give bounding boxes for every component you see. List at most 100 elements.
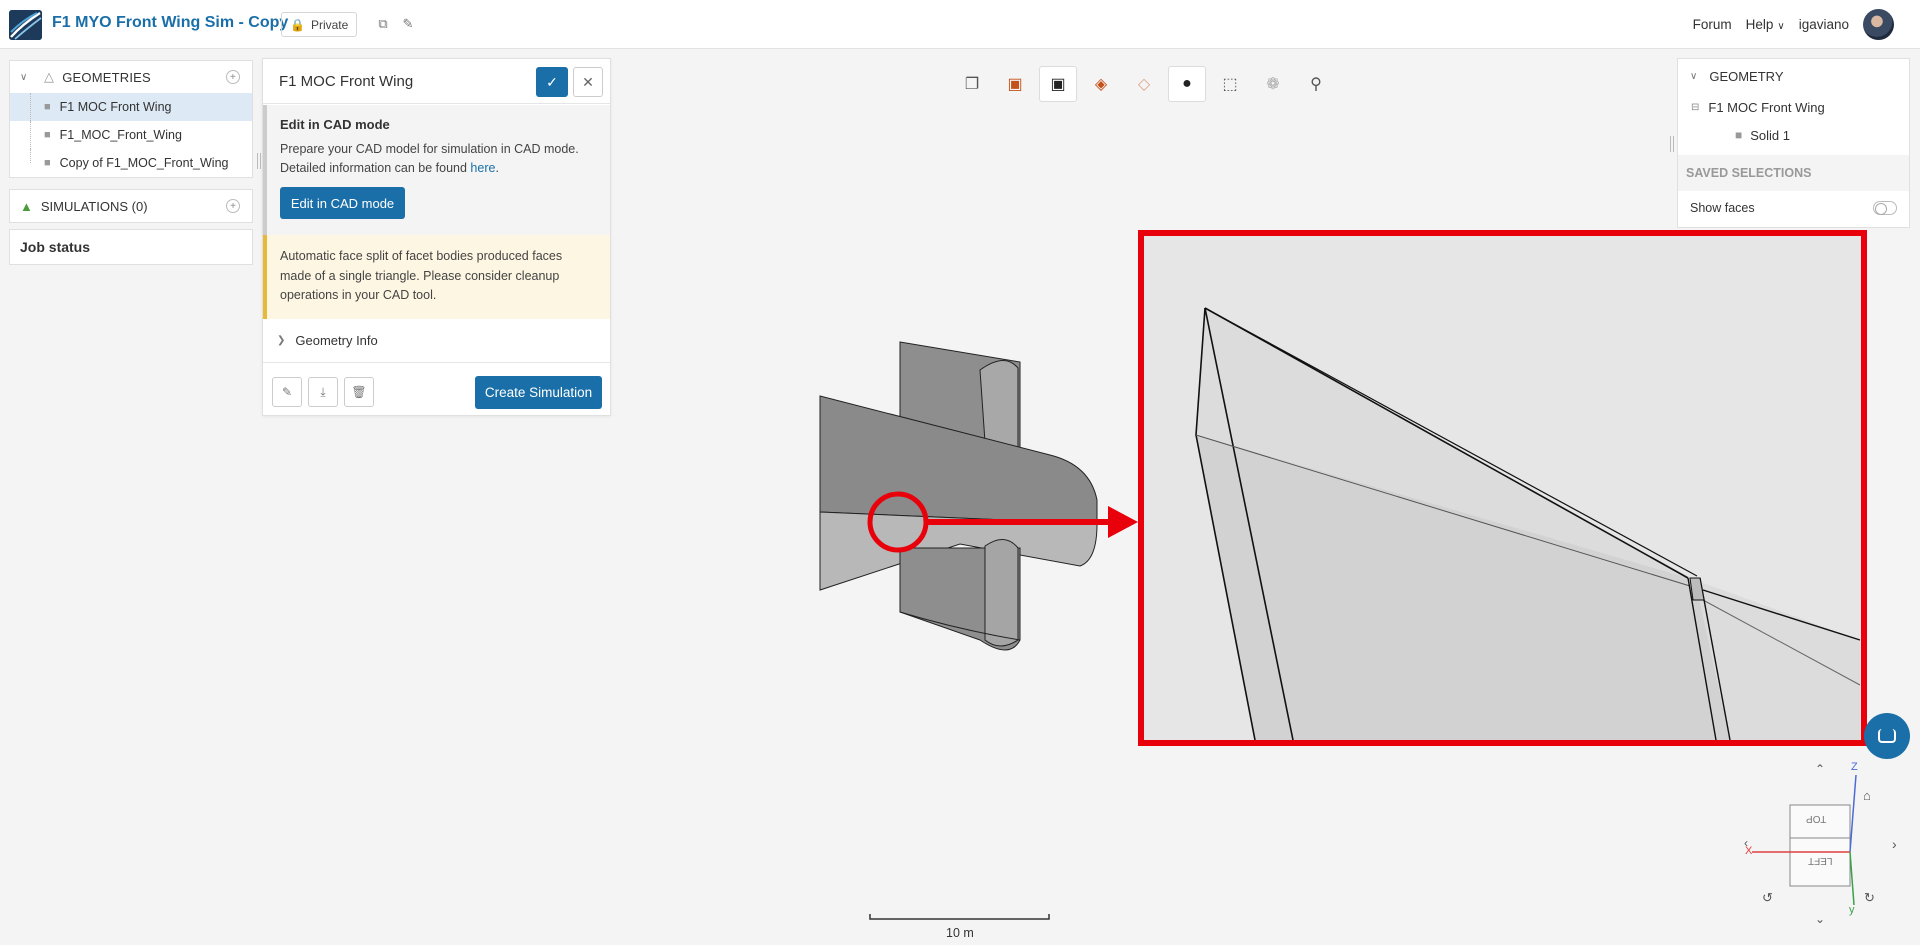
here-link[interactable]: here (470, 161, 495, 175)
wing-upper-fin (899, 341, 1021, 449)
detail-edge-3 (1204, 307, 1689, 579)
rotate-up-icon[interactable]: ⌃ (1815, 762, 1825, 776)
simulations-header[interactable]: ▲ SIMULATIONS (0) + (9, 189, 253, 223)
wing-main-top (819, 395, 1098, 525)
chevron-down-icon[interactable]: ∨ (20, 72, 32, 83)
delete-icon[interactable]: 🗑 (344, 377, 374, 407)
transparent-view-icon[interactable]: ◇ (1125, 66, 1163, 102)
wing-upper-fin-curl (979, 360, 1019, 451)
solid-item[interactable]: ■ Solid 1 (1678, 121, 1909, 149)
collapse-icon[interactable]: ⊟ (1691, 102, 1699, 113)
rotate-left-icon[interactable]: ‹ (1744, 836, 1748, 850)
geometry-dialog: F1 MOC Front Wing ✓ ✕ Edit in CAD mode P… (262, 58, 611, 416)
rotate-right-icon[interactable]: › (1892, 836, 1897, 852)
chat-icon (1878, 729, 1896, 743)
chat-support-button[interactable] (1864, 713, 1910, 759)
create-simulation-button[interactable]: Create Simulation (475, 376, 602, 409)
scale-bar (869, 914, 1050, 920)
cad-mode-text: Prepare your CAD model for simulation in… (280, 142, 579, 175)
tree-item-geometry[interactable]: ■ F1_MOC_Front_Wing (10, 121, 252, 149)
show-faces-row: Show faces (1678, 191, 1909, 225)
scale-bar-label: 10 m (946, 926, 974, 940)
home-view-icon[interactable]: ⌂ (1863, 788, 1871, 803)
solid-edges-view-icon[interactable]: ▣ (1039, 66, 1077, 102)
detail-edge-9 (1699, 577, 1731, 741)
detail-face-upper (1196, 308, 1860, 740)
panel-resize-handle[interactable] (257, 153, 261, 169)
project-title[interactable]: F1 MYO Front Wing Sim - Copy (52, 14, 288, 32)
tree-connector (30, 93, 31, 121)
edit-pencil-icon[interactable]: ✎ (400, 16, 416, 32)
solid-view-icon[interactable]: ▣ (996, 66, 1034, 102)
geometry-label: Copy of F1_MOC_Front_Wing (59, 156, 229, 170)
confirm-button[interactable]: ✓ (536, 67, 568, 97)
edit-in-cad-button[interactable]: Edit in CAD mode (280, 187, 405, 219)
detail-edge-5 (1195, 434, 1691, 587)
geometry-info-toggle[interactable]: ❯ Geometry Info (263, 319, 610, 363)
show-faces-label: Show faces (1690, 201, 1755, 215)
detail-edge-10 (1689, 577, 1705, 601)
username[interactable]: igaviano (1799, 17, 1849, 32)
rotate-ccw-icon[interactable]: ↺ (1762, 890, 1773, 906)
close-button[interactable]: ✕ (573, 67, 603, 97)
geometries-icon: △ (44, 69, 55, 84)
geometries-header[interactable]: ∨ △ GEOMETRIES + (10, 61, 252, 93)
cad-mode-title: Edit in CAD mode (280, 117, 390, 132)
detail-edge-8 (1687, 577, 1717, 741)
simulations-label: SIMULATIONS (0) (40, 198, 148, 214)
zoom-detail-frame (1138, 230, 1867, 746)
app-logo[interactable] (9, 10, 42, 40)
measure-icon[interactable]: ⚲ (1297, 66, 1335, 102)
right-panel-resize-handle[interactable] (1670, 136, 1674, 152)
view-cube-icon[interactable]: ❐ (953, 66, 991, 102)
detail-edge-2 (1204, 307, 1294, 741)
add-geometry-icon[interactable]: + (226, 70, 240, 84)
wireframe-view-icon[interactable]: ◈ (1082, 66, 1120, 102)
show-faces-toggle[interactable] (1873, 201, 1897, 215)
axis-z-line (1849, 774, 1857, 853)
edit-icon[interactable]: ✎ (272, 377, 302, 407)
box-select-icon[interactable]: ⬚ (1211, 66, 1249, 102)
detail-edge-4 (1204, 307, 1698, 577)
point-pick-icon[interactable]: ● (1168, 66, 1206, 102)
dialog-title: F1 MOC Front Wing (279, 72, 414, 90)
detail-edge-1 (1195, 307, 1256, 741)
cad-mode-description: Prepare your CAD model for simulation in… (280, 142, 579, 175)
tree-item-geometry[interactable]: ■ F1 MOC Front Wing (10, 93, 252, 121)
forum-link[interactable]: Forum (1693, 17, 1732, 32)
geometry-info-label: Geometry Info (295, 333, 378, 348)
detail-edge-6 (1702, 589, 1861, 641)
privacy-badge[interactable]: 🔒 Private (281, 12, 358, 37)
chevron-down-icon: ∨ (1777, 20, 1785, 32)
wing-lower-fin (899, 547, 1021, 651)
geometry-panel-header[interactable]: ∨ GEOMETRY (1678, 59, 1909, 93)
view-cube[interactable] (1752, 774, 1857, 906)
add-simulation-icon[interactable]: + (226, 199, 240, 213)
rotate-down-icon[interactable]: ⌄ (1815, 912, 1825, 926)
detail-edge-7 (1702, 599, 1861, 686)
lock-icon: 🔒 (290, 17, 305, 32)
geometries-tree: ∨ △ GEOMETRIES + ■ F1 MOC Front Wing ■ F… (9, 60, 253, 178)
download-icon[interactable]: ⤓ (308, 377, 338, 407)
geometry-model-item[interactable]: ⊟ F1 MOC Front Wing (1678, 93, 1909, 121)
rotate-cw-icon[interactable]: ↻ (1864, 890, 1875, 906)
wing-main-underside (819, 511, 1098, 591)
wing-lower-sweep (899, 611, 1021, 641)
tree-connector (30, 121, 31, 149)
simulations-icon: ▲ (20, 198, 33, 214)
hide-selection-icon[interactable]: ❁ (1254, 66, 1292, 102)
warning-message: Automatic face split of facet bodies pro… (263, 235, 610, 319)
avatar[interactable] (1863, 8, 1894, 40)
tree-item-geometry[interactable]: ■ Copy of F1_MOC_Front_Wing (10, 149, 252, 177)
check-icon: ✓ (546, 73, 558, 90)
saved-selections-header: SAVED SELECTIONS (1678, 155, 1909, 191)
cad-mode-section: Edit in CAD mode Prepare your CAD model … (263, 105, 610, 235)
solid-icon: ■ (1735, 128, 1743, 142)
geometry-label: F1 MOC Front Wing (59, 100, 172, 114)
help-menu[interactable]: Help ∨ (1746, 17, 1785, 32)
chevron-right-icon: ❯ (277, 335, 286, 346)
geometry-icon: ■ (44, 157, 51, 169)
job-status-panel[interactable]: Job status (9, 229, 253, 265)
copy-icon[interactable]: ⧉ (375, 16, 391, 32)
geometry-panel-label: GEOMETRY (1709, 68, 1784, 84)
